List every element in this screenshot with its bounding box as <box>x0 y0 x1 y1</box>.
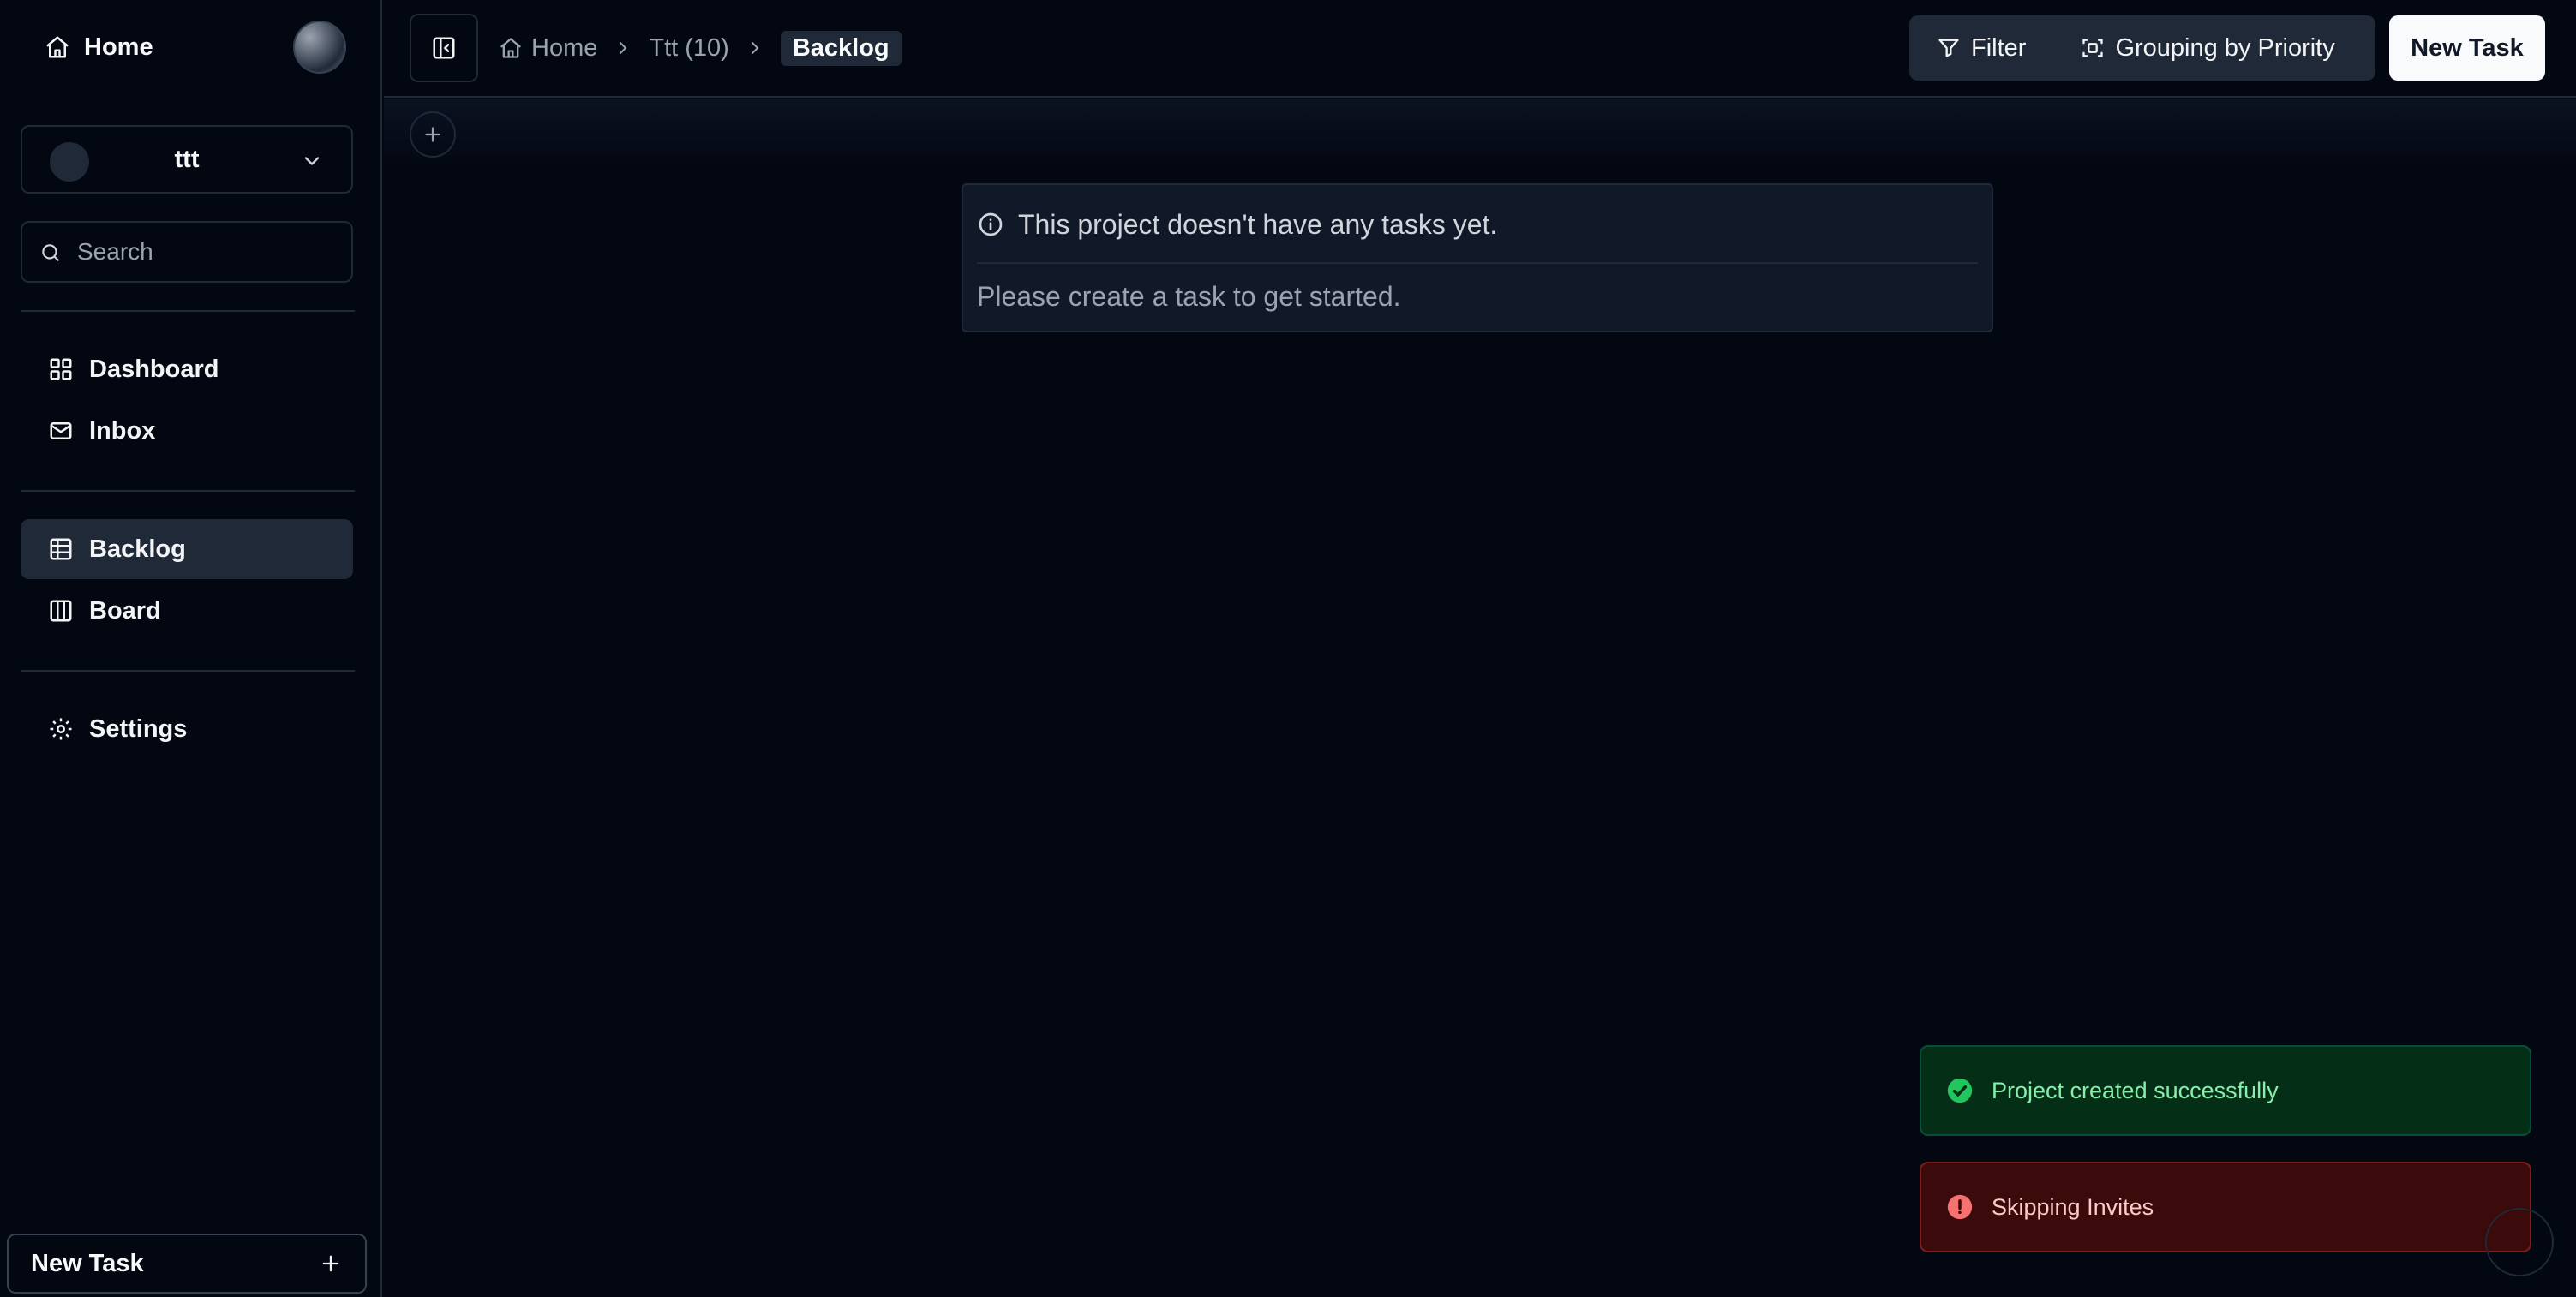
plus-icon <box>425 127 440 142</box>
grid-icon <box>50 358 72 380</box>
grouping-label: Grouping by Priority <box>2115 33 2335 62</box>
sidebar-item-inbox[interactable]: Inbox <box>21 401 353 461</box>
new-task-button[interactable]: New Task <box>2389 15 2545 81</box>
search-icon <box>42 244 59 261</box>
home-icon <box>46 36 69 58</box>
empty-state-divider <box>977 262 1978 264</box>
sidebar-item-board[interactable]: Board <box>21 581 353 641</box>
breadcrumb-label: Ttt (10) <box>649 33 729 62</box>
filter-button[interactable]: Filter <box>1909 34 2053 63</box>
alert-circle-icon <box>1947 1194 1973 1220</box>
sidebar-item-label: Inbox <box>89 416 156 445</box>
info-icon <box>979 212 1003 236</box>
columns-icon <box>50 600 72 622</box>
table-icon <box>50 538 72 560</box>
search-field[interactable] <box>21 221 353 283</box>
plus-icon <box>322 1255 339 1272</box>
help-button[interactable] <box>2485 1208 2554 1276</box>
breadcrumb-home[interactable]: Home <box>499 34 597 63</box>
breadcrumb-current: Backlog <box>780 30 902 66</box>
add-group-button[interactable] <box>410 111 456 158</box>
toast-message: Skipping Invites <box>1992 1193 2154 1220</box>
app-window: Home ttt Dashboard Inbox Backlog <box>0 0 2576 1297</box>
avatar[interactable] <box>293 21 346 74</box>
content-header-band <box>384 99 2576 168</box>
sidebar-divider <box>21 490 355 492</box>
filter-icon <box>1938 39 1959 57</box>
breadcrumb-project[interactable]: Ttt (10) <box>649 34 728 63</box>
filter-label: Filter <box>1971 33 2027 62</box>
toast-message: Project created successfully <box>1992 1077 2279 1103</box>
top-bar: Home Ttt (10) Backlog Filter Grouping by… <box>384 0 2576 98</box>
sidebar-item-backlog[interactable]: Backlog <box>21 519 353 579</box>
empty-state-title-row: This project doesn't have any tasks yet. <box>977 206 1497 243</box>
sidebar-item-label: Settings <box>89 714 188 743</box>
mail-icon <box>50 422 72 439</box>
project-switcher[interactable]: ttt <box>21 125 353 194</box>
breadcrumb: Home Ttt (10) Backlog <box>499 29 902 67</box>
empty-state-title: This project doesn't have any tasks yet. <box>1018 208 1498 240</box>
toast-success[interactable]: Project created successfully <box>1920 1045 2531 1136</box>
chevron-right-icon <box>751 42 759 54</box>
sidebar-home-label: Home <box>84 33 153 61</box>
gear-icon <box>50 718 72 740</box>
new-task-label: New Task <box>31 1249 144 1277</box>
home-icon <box>500 38 521 58</box>
empty-state-card: This project doesn't have any tasks yet.… <box>962 183 1993 332</box>
sidebar-item-label: Dashboard <box>89 355 219 383</box>
sidebar-collapse-icon <box>433 37 455 59</box>
sidebar-home-link[interactable]: Home <box>45 27 153 67</box>
sidebar-item-label: Backlog <box>89 535 186 563</box>
sidebar-divider <box>21 310 355 312</box>
collapse-sidebar-button[interactable] <box>410 14 478 82</box>
toast-error[interactable]: Skipping Invites <box>1920 1162 2531 1252</box>
sidebar: Home ttt Dashboard Inbox Backlog <box>0 0 382 1297</box>
breadcrumb-label: Home <box>531 33 598 62</box>
sidebar-new-task-button[interactable]: New Task <box>7 1234 367 1294</box>
group-icon <box>2082 39 2104 57</box>
search-input[interactable] <box>77 233 334 271</box>
sidebar-item-label: Board <box>89 596 161 625</box>
grouping-button[interactable]: Grouping by Priority <box>2053 34 2362 63</box>
sidebar-item-dashboard[interactable]: Dashboard <box>21 339 353 399</box>
sidebar-item-settings[interactable]: Settings <box>21 699 353 759</box>
chevron-down-icon <box>304 157 320 165</box>
sidebar-divider <box>21 670 355 672</box>
check-circle-icon <box>1947 1078 1973 1103</box>
empty-state-description: Please create a task to get started. <box>977 281 1401 312</box>
chevron-right-icon <box>620 42 627 54</box>
toolbar-group: Filter Grouping by Priority <box>1909 15 2375 81</box>
